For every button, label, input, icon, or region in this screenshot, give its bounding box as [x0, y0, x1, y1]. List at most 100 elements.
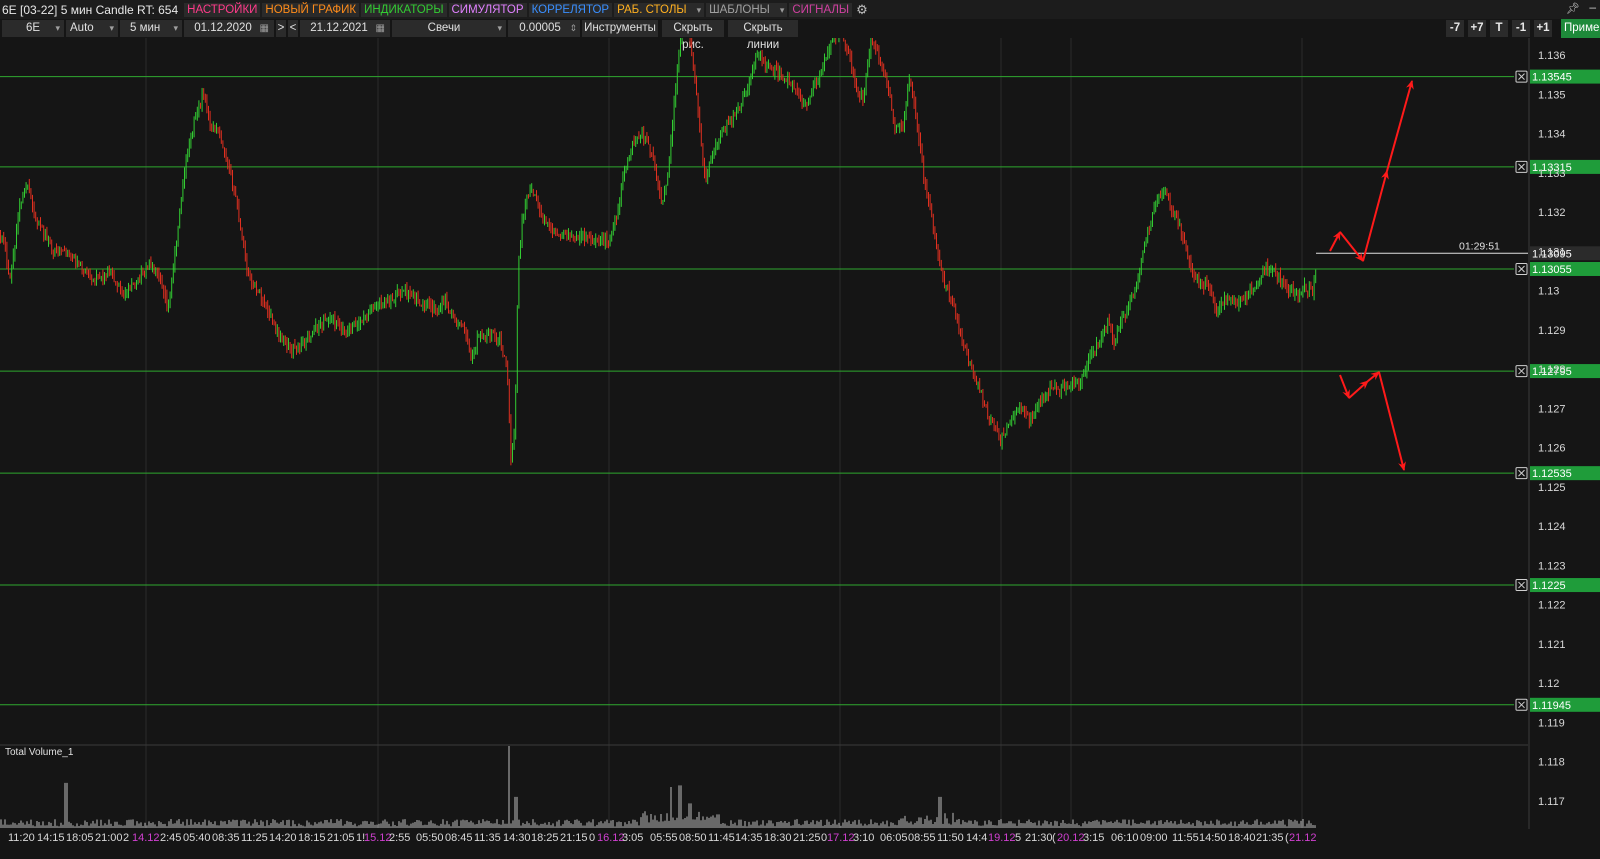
menu-item-0[interactable]: НАСТРОЙКИ: [184, 2, 261, 17]
time-tick-label: 14:15: [37, 832, 65, 844]
menu-item-2[interactable]: ИНДИКАТОРЫ: [361, 2, 447, 17]
time-tick-label: 18:25: [531, 832, 559, 844]
menu-item-7[interactable]: СИГНАЛЫ: [789, 2, 853, 17]
chart-type-select[interactable]: Свечи: [392, 20, 506, 37]
time-tick-label: 08:45: [445, 832, 473, 844]
time-tick-label: 11:25: [241, 832, 268, 844]
time-tick-label: 09:00: [1140, 832, 1168, 844]
price-tick-label: 1.125: [1538, 482, 1566, 494]
menu-item-4[interactable]: КОРРЕЛЯТОР: [528, 2, 613, 17]
time-tick-label: 08:50: [679, 832, 707, 844]
symbol-select[interactable]: 6E: [2, 20, 64, 37]
hide-lines-button[interactable]: Скрыть линии: [728, 20, 798, 51]
time-tick-label: 05:50: [416, 832, 444, 844]
next-date-button[interactable]: >: [276, 20, 286, 37]
price-tick-label: 1.127: [1538, 403, 1566, 415]
time-tick-label: 21.12: [1289, 832, 1317, 844]
countdown-label: 01:29:51: [1459, 240, 1500, 252]
hide-drawings-button[interactable]: Скрыть рис.: [662, 20, 724, 51]
time-tick-label: 14.12: [132, 832, 160, 844]
time-tick-label: 5: [1015, 832, 1021, 844]
time-tick-label: 08:55: [908, 832, 936, 844]
timeframe-select[interactable]: 5 мин: [120, 20, 182, 37]
menu-item-1[interactable]: НОВЫЙ ГРАФИК: [262, 2, 360, 17]
tools-button[interactable]: Инструменты: [582, 20, 658, 37]
forecast-arrows: [1329, 80, 1414, 471]
price-tick-label: 1.131: [1538, 246, 1566, 258]
time-tick-label: 3:10: [853, 832, 874, 844]
time-tick-label: 11:20: [8, 832, 35, 844]
prev-date-button[interactable]: <: [288, 20, 298, 37]
scale-select[interactable]: Auto: [66, 20, 118, 37]
plus1-button[interactable]: +1: [1534, 20, 1552, 37]
time-tick-label: (: [1052, 832, 1056, 844]
forecast-arrow: [1348, 380, 1369, 399]
volume-panel: Total Volume_1: [0, 746, 1316, 828]
time-tick-label: 06:10: [1111, 832, 1139, 844]
level-lines: 1.135451.133151.130551.127951.125351.122…: [0, 69, 1600, 712]
candles: [0, 38, 1317, 466]
time-tick-label: 08:35: [212, 832, 240, 844]
forecast-arrow: [1362, 170, 1389, 262]
price-tick-label: 1.122: [1538, 600, 1566, 612]
minus1-button[interactable]: -1: [1512, 20, 1530, 37]
forecast-arrow: [1329, 231, 1341, 252]
toolbar: 6E Auto 5 мин 01.12.2020 > < 21.12.2021 …: [0, 19, 1600, 51]
time-tick-label: 11:50: [937, 832, 964, 844]
time-tick-label: 2:55: [389, 832, 410, 844]
time-tick-label: 15.12: [364, 832, 392, 844]
time-tick-label: 0: [589, 832, 595, 844]
date-from-field[interactable]: 01.12.2020: [184, 20, 274, 37]
price-tick-label: 1.12: [1538, 678, 1559, 690]
today-button[interactable]: T: [1490, 20, 1508, 37]
step-field[interactable]: 0.00005: [508, 20, 580, 37]
time-tick-label: 20.12: [1057, 832, 1085, 844]
time-tick-label: 3:05: [622, 832, 643, 844]
close-icon: [1518, 73, 1525, 80]
menu-items: НАСТРОЙКИ НОВЫЙ ГРАФИК ИНДИКАТОРЫ СИМУЛЯТОР…: [184, 2, 854, 17]
time-tick-label: 3:15: [1083, 832, 1104, 844]
price-tick-label: 1.126: [1538, 443, 1566, 455]
price-tick-label: 1.134: [1538, 129, 1566, 141]
time-tick-label: 05:40: [183, 832, 211, 844]
close-icon: [1518, 163, 1525, 171]
price-tick-label: 1.136: [1538, 50, 1566, 62]
price-tick-label: 1.119: [1538, 717, 1565, 729]
menu-item-3[interactable]: СИМУЛЯТОР: [448, 2, 527, 17]
forecast-arrow: [1339, 231, 1364, 262]
time-tick-label: 14:50: [1199, 832, 1227, 844]
time-tick-label: 19.12: [988, 832, 1016, 844]
minus7-button[interactable]: -7: [1446, 20, 1464, 37]
gear-icon[interactable]: ⚙: [856, 2, 868, 18]
forecast-arrow: [1386, 80, 1414, 172]
time-tick-label: 18:15: [298, 832, 326, 844]
price-tick-label: 1.13: [1538, 286, 1559, 298]
time-tick-label: 06:05: [880, 832, 908, 844]
forecast-arrow: [1378, 371, 1406, 471]
time-tick-label: 18:40: [1228, 832, 1256, 844]
close-icon: [1518, 581, 1525, 589]
pin-icon[interactable]: 📌︎: [1566, 2, 1580, 15]
time-tick-label: 11:55: [1172, 832, 1199, 844]
apply-button[interactable]: Применить: [1561, 19, 1600, 38]
price-tick-label: 1.124: [1538, 521, 1566, 533]
date-to-field[interactable]: 21.12.2021: [300, 20, 390, 37]
minimize-icon[interactable]: –: [1589, 0, 1596, 14]
time-tick-label: 18:05: [66, 832, 94, 844]
menu-item-5[interactable]: РАБ. СТОЛЫ: [614, 2, 705, 17]
time-tick-label: 2:45: [160, 832, 181, 844]
time-tick-label: 21:35: [1256, 832, 1284, 844]
menu-item-6[interactable]: ШАБЛОНЫ: [706, 2, 788, 17]
time-tick-label: 14:20: [269, 832, 297, 844]
price-tick-label: 1.121: [1538, 639, 1566, 651]
price-chart[interactable]: 1.135451.133151.130551.127951.125351.122…: [0, 38, 1600, 859]
plus7-button[interactable]: +7: [1468, 20, 1486, 37]
time-tick-label: 21:30: [1025, 832, 1053, 844]
forecast-arrow: [1339, 374, 1350, 399]
time-tick-label: 17.12: [827, 832, 855, 844]
level-price-label: 1.11945: [1532, 700, 1571, 712]
time-tick-label: 21:25: [793, 832, 821, 844]
time-tick-label: 21:15: [560, 832, 588, 844]
window-title: 6E [03-22] 5 мин Candle RT: 654: [2, 2, 179, 17]
time-tick-label: 21:00: [95, 832, 123, 844]
